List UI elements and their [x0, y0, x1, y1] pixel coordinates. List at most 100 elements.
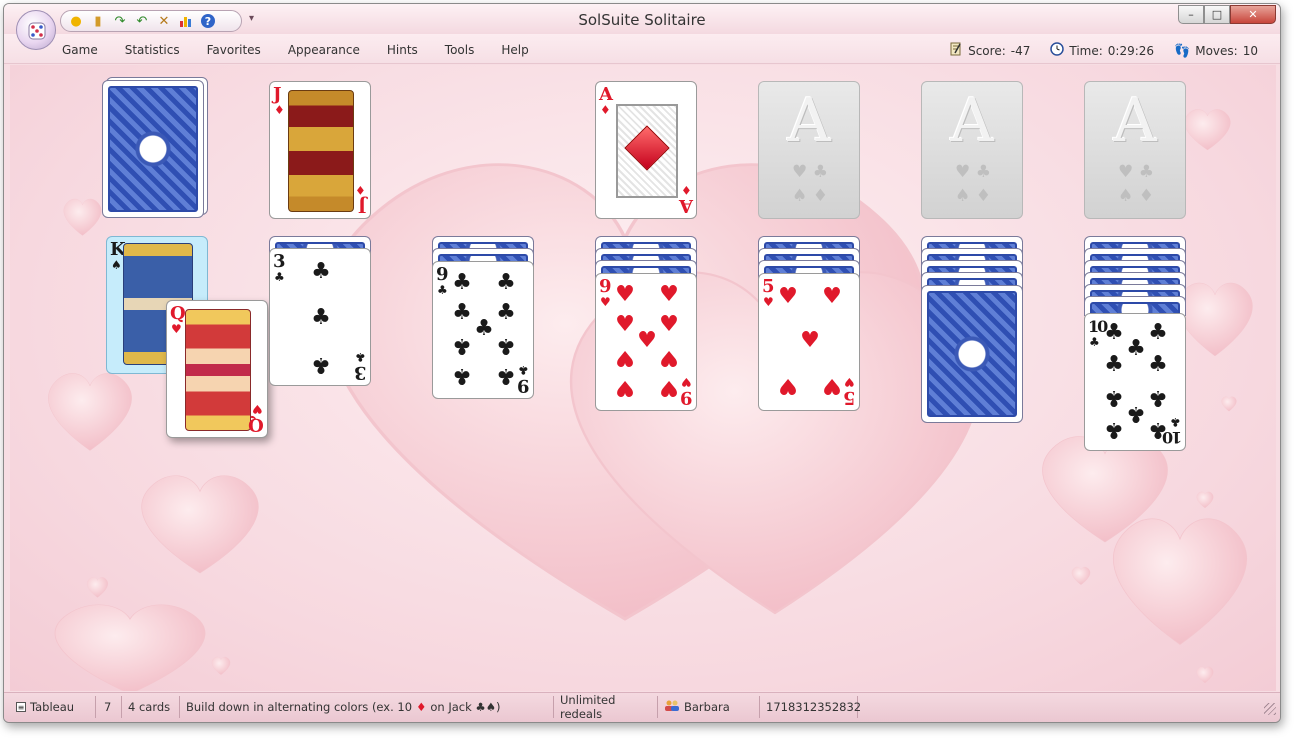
jack-face-art: [288, 90, 354, 212]
solitaire-window: ● ▮ ↷ ↶ ✕ ? ▾ SolSuite Solitaire – □ ✕ G…: [3, 3, 1281, 723]
placeholder-suits-icon: ♥ ♣ ♠ ♦: [955, 162, 991, 206]
players-icon: [664, 700, 680, 715]
card-count-text: 4 cards: [128, 700, 171, 714]
status-player: Barbara: [658, 696, 760, 718]
card-rank: Q: [170, 303, 186, 324]
club-pip-icon: ♣: [311, 352, 331, 377]
diamond-suit-icon: ♦: [355, 183, 366, 197]
stock-pile[interactable]: [102, 80, 204, 218]
club-pip-icon: ♣: [1148, 352, 1168, 377]
club-pip-icon: ♣: [452, 270, 472, 295]
score-stat: Score: -47: [949, 42, 1030, 60]
pile-name-text: Tableau: [30, 700, 75, 714]
maximize-button[interactable]: □: [1204, 5, 1230, 24]
tableau-4-nine-of-hearts[interactable]: 9 ♥ ♥ ♥ ♥ ♥ ♥ ♥ ♥ ♥ ♥ 9 ♥: [595, 273, 697, 411]
club-pip-icon: ♣: [1148, 385, 1168, 410]
heart-pip-icon: ♥: [800, 328, 820, 353]
title-bar[interactable]: ● ▮ ↷ ↶ ✕ ? ▾ SolSuite Solitaire – □ ✕: [4, 4, 1280, 34]
card-rank: 9: [680, 387, 693, 408]
foundation-empty-3[interactable]: A ♥ ♣ ♠ ♦: [921, 81, 1023, 219]
tableau-6-top-face-down[interactable]: [921, 285, 1023, 423]
card-table: J ♦ J ♦ A ♦ A ♦ A ♥ ♣ ♠ ♦ A ♥ ♣ ♠ ♦ A ♥ …: [10, 65, 1276, 691]
foundation-empty-4[interactable]: A ♥ ♣ ♠ ♦: [1084, 81, 1186, 219]
waste-pile-jack-of-diamonds[interactable]: J ♦ J ♦: [269, 81, 371, 219]
club-pip-icon: ♣: [1126, 336, 1146, 361]
status-rule: Build down in alternating colors (ex. 10…: [180, 696, 554, 718]
heart-pip-icon: ♥: [822, 373, 842, 398]
tableau-7-ten-of-clubs[interactable]: 10 ♣ ♣ ♣ ♣ ♣ ♣ ♣ ♣ ♣ ♣ ♣ 10 ♣: [1084, 313, 1186, 451]
diamond-suit-icon: ♦: [416, 700, 427, 714]
app-menu-orb[interactable]: [16, 10, 56, 50]
card-rank: 5: [843, 387, 856, 408]
close-button[interactable]: ✕: [1230, 5, 1276, 24]
club-pip-icon: ♣: [1126, 401, 1146, 426]
menu-favorites[interactable]: Favorites: [207, 43, 261, 57]
heart-pip-icon: ♥: [822, 284, 842, 309]
diamond-suit-icon: ♦: [274, 103, 285, 117]
player-name-text: Barbara: [684, 700, 730, 714]
rule-text-b: on Jack ♣♠): [430, 700, 501, 714]
heart-pip-icon: ♥: [778, 284, 798, 309]
card-rank: 5: [762, 276, 775, 297]
heart-pip-icon: ♥: [615, 282, 635, 307]
tableau-2-three-of-clubs[interactable]: 3 ♣ ♣ ♣ ♣ 3 ♣: [269, 248, 371, 386]
club-pip-icon: ♣: [474, 316, 494, 341]
dice-icon: [28, 22, 46, 40]
menu-appearance[interactable]: Appearance: [288, 43, 360, 57]
foundation-ace-of-diamonds[interactable]: A ♦ A ♦: [595, 81, 697, 219]
menu-tools[interactable]: Tools: [445, 43, 475, 57]
game-stats: Score: -47 Time: 0:29:26 👣 Moves: 10: [949, 42, 1258, 60]
redeals-text: Unlimited redeals: [560, 693, 616, 721]
heart-pip-icon: ♥: [637, 328, 657, 353]
card-rank: 9: [436, 264, 449, 285]
tableau-1-queen-of-hearts[interactable]: Q ♥ Q ♥: [166, 300, 268, 438]
menu-help[interactable]: Help: [501, 43, 528, 57]
club-pip-icon: ♣: [496, 363, 516, 388]
window-controls: – □ ✕: [1178, 5, 1276, 24]
score-pad-icon: [949, 42, 963, 60]
diamond-suit-icon: ♦: [681, 183, 692, 197]
card-rank: 3: [273, 251, 286, 272]
card-rank: A: [599, 84, 613, 105]
menu-game[interactable]: Game: [62, 43, 98, 57]
moves-value: 10: [1242, 44, 1258, 58]
card-rank: 10: [1163, 428, 1182, 447]
time-stat: Time: 0:29:26: [1050, 42, 1154, 60]
club-pip-icon: ♣: [496, 333, 516, 358]
moves-stat: 👣 Moves: 10: [1174, 44, 1258, 59]
club-pip-icon: ♣: [1104, 352, 1124, 377]
menu-hints[interactable]: Hints: [387, 43, 418, 57]
score-label: Score:: [968, 44, 1006, 58]
heart-suit-icon: ♥: [681, 375, 692, 389]
minimize-button[interactable]: –: [1178, 5, 1204, 24]
placeholder-suits-icon: ♥ ♣ ♠ ♦: [1118, 162, 1154, 206]
resize-grip-icon[interactable]: [1264, 703, 1276, 715]
heart-pip-icon: ♥: [778, 373, 798, 398]
tableau-icon: ≡: [16, 702, 26, 712]
card-rank: 9: [599, 276, 612, 297]
status-bar: ≡ Tableau 7 4 cards Build down in altern…: [4, 692, 1280, 722]
status-game-number: 1718312352832: [760, 696, 861, 718]
club-pip-icon: ♣: [496, 270, 516, 295]
diamond-suit-icon: ♦: [600, 103, 611, 117]
menu-statistics[interactable]: Statistics: [125, 43, 180, 57]
ace-placeholder-letter: A: [787, 86, 831, 156]
club-suit-icon: ♣: [274, 270, 285, 284]
heart-suit-icon: ♥: [171, 322, 182, 336]
ace-placeholder-letter: A: [1113, 86, 1157, 156]
heart-suit-icon: ♥: [600, 295, 611, 309]
club-suit-icon: ♣: [518, 363, 529, 377]
status-pile-name: ≡ Tableau: [10, 696, 96, 718]
footsteps-icon: 👣: [1174, 43, 1191, 59]
club-pip-icon: ♣: [311, 305, 331, 330]
status-pile-number: 7: [96, 696, 122, 718]
placeholder-suits-icon: ♥ ♣ ♠ ♦: [792, 162, 828, 206]
card-rank: J: [358, 195, 367, 216]
heart-pip-icon: ♥: [659, 345, 679, 370]
club-suit-icon: ♣: [1089, 335, 1100, 349]
foundation-empty-2[interactable]: A ♥ ♣ ♠ ♦: [758, 81, 860, 219]
tableau-5-five-of-hearts[interactable]: 5 ♥ ♥ ♥ ♥ ♥ ♥ 5 ♥: [758, 273, 860, 411]
heart-pip-icon: ♥: [615, 345, 635, 370]
club-pip-icon: ♣: [1104, 417, 1124, 442]
tableau-3-nine-of-clubs[interactable]: 9 ♣ ♣ ♣ ♣ ♣ ♣ ♣ ♣ ♣ ♣ 9 ♣: [432, 261, 534, 399]
